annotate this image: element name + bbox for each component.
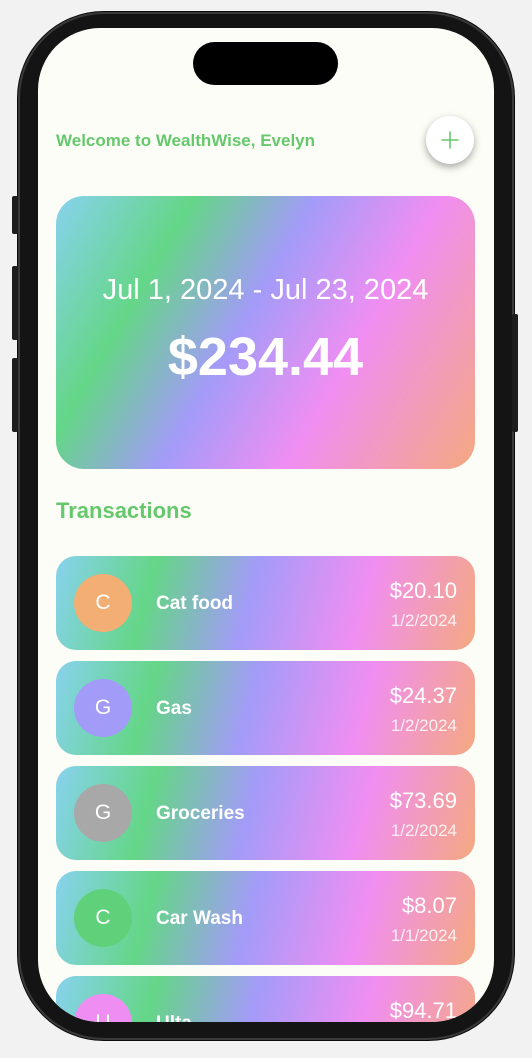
transaction-date: 1/2/2024 [390, 611, 457, 630]
power-button [512, 314, 518, 432]
transaction-amount: $73.69 [389, 788, 457, 813]
action-button [12, 196, 18, 234]
transaction-name: Gas [156, 698, 192, 719]
volume-up-button [12, 266, 18, 340]
transaction-name: Ulta [156, 1013, 192, 1022]
transaction-row[interactable]: U Ulta $94.71 [56, 976, 475, 1022]
transaction-row[interactable]: C Cat food $20.10 1/2/2024 [56, 556, 475, 650]
transaction-date: 1/1/2024 [390, 926, 457, 945]
transaction-date: 1/2/2024 [390, 821, 457, 840]
transaction-row[interactable]: G Groceries $73.69 1/2/2024 [56, 766, 475, 860]
transaction-row[interactable]: C Car Wash $8.07 1/1/2024 [56, 871, 475, 965]
transaction-avatar: C [74, 574, 132, 632]
total-amount: $234.44 [167, 327, 364, 387]
transaction-amount: $94.71 [389, 998, 457, 1022]
transactions-heading: Transactions [56, 498, 192, 523]
date-range: Jul 1, 2024 - Jul 23, 2024 [102, 274, 429, 306]
dynamic-island [193, 42, 338, 85]
transaction-name: Car Wash [156, 908, 243, 929]
transaction-date: 1/2/2024 [390, 716, 457, 735]
transaction-avatar: C [74, 889, 132, 947]
transaction-amount: $8.07 [401, 893, 457, 918]
transaction-amount: $24.37 [389, 683, 457, 708]
transaction-list: C Cat food $20.10 1/2/2024 G Gas $24.37 … [56, 556, 475, 1022]
app-screen: Welcome to WealthWise, Evelyn Jul 1, 202… [38, 28, 494, 1022]
transaction-avatar: G [74, 784, 132, 842]
plus-icon [441, 131, 459, 149]
transaction-name: Cat food [156, 593, 234, 614]
transaction-row[interactable]: G Gas $24.37 1/2/2024 [56, 661, 475, 755]
volume-down-button [12, 358, 18, 432]
welcome-text: Welcome to WealthWise, Evelyn [56, 131, 316, 150]
spending-summary-card: Jul 1, 2024 - Jul 23, 2024 $234.44 [56, 196, 475, 469]
add-transaction-button[interactable] [426, 116, 474, 164]
transaction-name: Groceries [156, 803, 245, 824]
transaction-avatar: U [74, 994, 132, 1022]
transaction-avatar: G [74, 679, 132, 737]
transaction-amount: $20.10 [389, 578, 457, 603]
